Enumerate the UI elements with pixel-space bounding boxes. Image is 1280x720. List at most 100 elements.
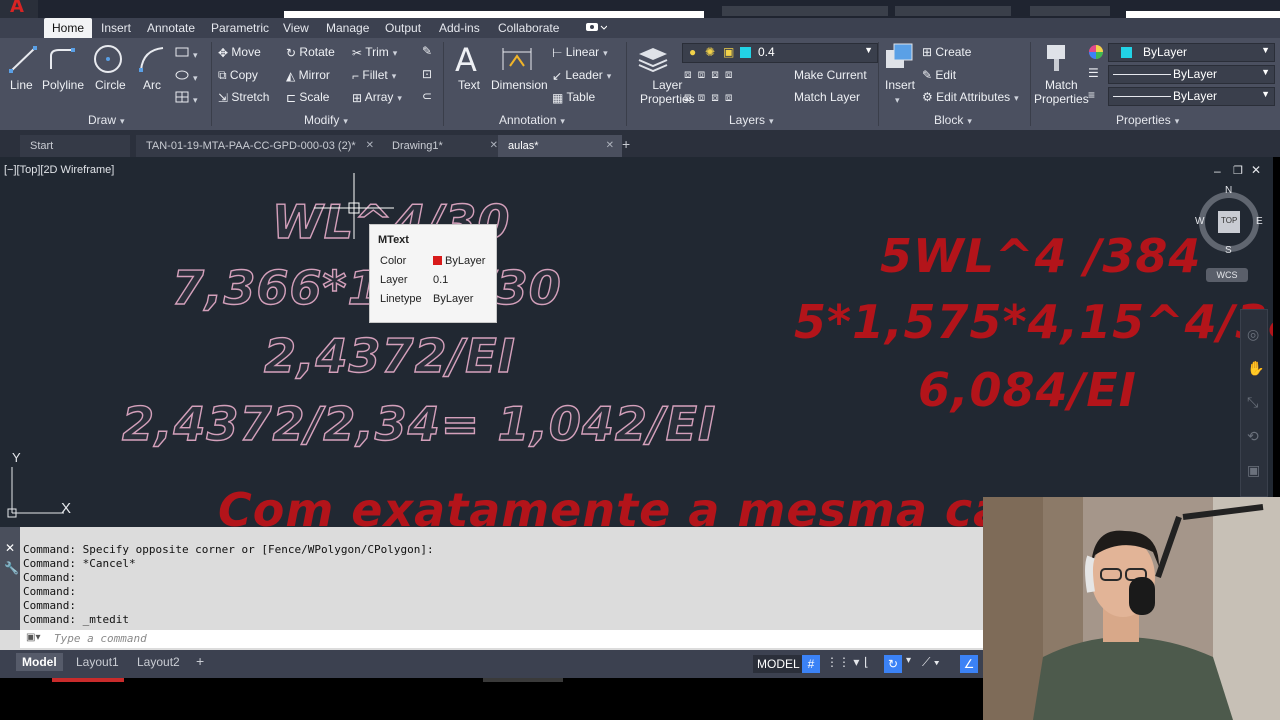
linear-button[interactable]: ⊢ Linear ▾ [552, 45, 608, 60]
insert-block-icon[interactable] [884, 42, 914, 75]
stretch-button[interactable]: ⇲ Stretch [218, 90, 269, 105]
erase-icon[interactable]: ✎ [422, 44, 432, 58]
layout-tab-layout2[interactable]: Layout2 [131, 653, 186, 671]
edit-block-button[interactable]: ✎ Edit [922, 68, 956, 82]
array-button[interactable]: ⊞ Array ▾ [352, 90, 402, 105]
layer-tools-row-1[interactable]: ⧈⧈⧈⧈ [684, 67, 739, 82]
command-window-grip[interactable]: ✕ 🔧 [0, 527, 20, 630]
close-icon[interactable]: ✕ [366, 135, 374, 157]
wcs-menu[interactable]: WCS [1206, 268, 1248, 282]
mirror-button[interactable]: ◭ Mirror [286, 68, 330, 83]
tab-collaborate[interactable]: Collaborate [498, 21, 559, 35]
ortho-icon[interactable]: ⌊ [864, 655, 869, 669]
close-icon[interactable]: ✕ [490, 135, 498, 157]
search-box[interactable] [722, 6, 888, 16]
cad-text-red-bottom[interactable]: Com exatamente a mesma carga, [218, 483, 1113, 527]
app-menu-button[interactable]: A [0, 0, 38, 18]
fillet-button[interactable]: ⌐ Fillet ▾ [352, 68, 396, 83]
tab-add-ins[interactable]: Add-ins [439, 21, 480, 35]
file-tab-drawing1[interactable]: Drawing1* ✕ [382, 135, 506, 157]
hatch-icon[interactable]: ▾ [175, 91, 198, 106]
sign-in-area[interactable] [895, 6, 1011, 16]
steering-wheel-icon[interactable]: ◎ [1247, 326, 1259, 343]
tab-insert[interactable]: Insert [101, 21, 131, 35]
viewport-controls-label[interactable]: [−][Top][2D Wireframe] [4, 164, 114, 176]
text-icon[interactable]: A [455, 41, 477, 79]
annotation-panel-title[interactable]: Annotation ▾ [499, 112, 565, 128]
match-properties-button[interactable]: Match Properties [1034, 78, 1089, 106]
cad-text-formula-4[interactable]: 2,4372/2,34= 1,042/EI [121, 396, 716, 451]
drawing-viewport[interactable]: [−][Top][2D Wireframe] WL^4/30 7,366*1,2… [0, 157, 1273, 527]
new-tab-plus-icon[interactable]: + [622, 136, 630, 152]
trim-button[interactable]: ✂ Trim ▾ [352, 45, 397, 60]
tab-annotate[interactable]: Annotate [147, 21, 195, 35]
ribbon-options-icon[interactable] [585, 20, 608, 37]
cad-text-red-2[interactable]: 5*1,575*4,15^4/384 [794, 295, 1273, 349]
line-button[interactable]: Line [10, 78, 33, 92]
tab-output[interactable]: Output [385, 21, 421, 35]
ellipse-icon[interactable]: ▾ [175, 69, 198, 84]
polar-tracking-icon[interactable]: ↻ [884, 655, 902, 673]
viewport-close-icon[interactable]: ✕ [1251, 163, 1261, 177]
chevron-down-icon[interactable]: ▾ [906, 655, 911, 666]
file-tab-start[interactable]: Start [20, 135, 130, 157]
color-dropdown[interactable]: ByLayer ▼ [1108, 43, 1275, 62]
tab-manage[interactable]: Manage [326, 21, 369, 35]
match-properties-icon[interactable] [1043, 43, 1073, 76]
arc-button[interactable]: Arc [143, 78, 161, 92]
viewcube-west[interactable]: W [1195, 216, 1204, 227]
make-current-button[interactable]: Make Current [794, 68, 867, 82]
zoom-extents-icon[interactable]: ⤡ [1247, 394, 1258, 411]
text-button[interactable]: Text [458, 78, 480, 92]
scale-button[interactable]: ⊏ Scale [286, 90, 329, 105]
orbit-icon[interactable]: ⟲ [1247, 428, 1259, 445]
circle-icon[interactable] [92, 43, 124, 78]
viewcube-north[interactable]: N [1225, 185, 1232, 196]
layer-dropdown[interactable]: ● ✺ ▣ 0.4 ▼ [682, 43, 878, 63]
edit-attributes-button[interactable]: ⚙ Edit Attributes ▾ [922, 90, 1019, 104]
layers-panel-title[interactable]: Layers ▾ [729, 112, 774, 128]
match-layer-button[interactable]: Match Layer [794, 90, 860, 104]
layer-properties-icon[interactable] [637, 44, 669, 75]
tab-view[interactable]: View [283, 21, 309, 35]
viewcube[interactable]: TOP N S E W [1194, 185, 1264, 257]
move-button[interactable]: ✥ Move [218, 45, 261, 60]
cad-text-red-1[interactable]: 5WL^4 /384 [880, 229, 1201, 283]
color-wheel-icon[interactable] [1088, 44, 1104, 63]
properties-panel-title[interactable]: Properties ▾ [1116, 112, 1179, 128]
add-layout-plus-icon[interactable]: + [196, 653, 204, 669]
layout-tab-model[interactable]: Model [16, 653, 63, 671]
model-space-button[interactable]: MODEL [753, 655, 804, 673]
arc-icon[interactable] [137, 44, 167, 77]
polyline-icon[interactable] [47, 44, 77, 77]
viewport-minimize-icon[interactable]: – [1214, 164, 1221, 178]
cad-text-formula-3[interactable]: 2,4372/EI [263, 328, 516, 383]
close-icon[interactable]: ✕ [606, 135, 614, 157]
create-block-button[interactable]: ⊞ Create [922, 45, 971, 59]
dimension-icon[interactable] [500, 44, 534, 77]
pan-icon[interactable]: ✋ [1247, 360, 1264, 377]
grid-icon[interactable]: # [802, 655, 820, 673]
layout-tab-layout1[interactable]: Layout1 [70, 653, 125, 671]
draw-panel-title[interactable]: Draw ▾ [88, 112, 125, 128]
rectangle-icon[interactable]: ▾ [175, 46, 198, 61]
line-icon[interactable] [8, 44, 38, 77]
lineweight-dropdown[interactable]: ByLayer ▼ [1108, 87, 1275, 106]
insert-button[interactable]: Insert ▾ [885, 78, 915, 106]
block-panel-title[interactable]: Block ▾ [934, 112, 972, 128]
layer-tools-row-2[interactable]: ⧈⧈⧈⧈ [684, 90, 739, 105]
explode-icon[interactable]: ⊡ [422, 67, 432, 81]
isodraft-icon[interactable]: ⟋ ▾ [922, 655, 940, 670]
command-input[interactable]: ▣▾ Type a command [20, 630, 983, 648]
help-area[interactable] [1030, 6, 1110, 16]
table-button[interactable]: ▦ Table [552, 90, 595, 105]
linetype-dropdown[interactable]: ByLayer ▼ [1108, 65, 1275, 84]
leader-button[interactable]: ↙ Leader ▾ [552, 68, 611, 83]
offset-icon[interactable]: ⊂ [422, 89, 432, 103]
circle-button[interactable]: Circle [95, 78, 126, 92]
file-tab-aulas[interactable]: aulas* ✕ [498, 135, 622, 157]
modify-panel-title[interactable]: Modify ▾ [304, 112, 348, 128]
rotate-button[interactable]: ↻ Rotate [286, 45, 335, 60]
object-snap-tracking-icon[interactable]: ∠ [960, 655, 978, 673]
copy-button[interactable]: ⧉ Copy [218, 68, 258, 83]
